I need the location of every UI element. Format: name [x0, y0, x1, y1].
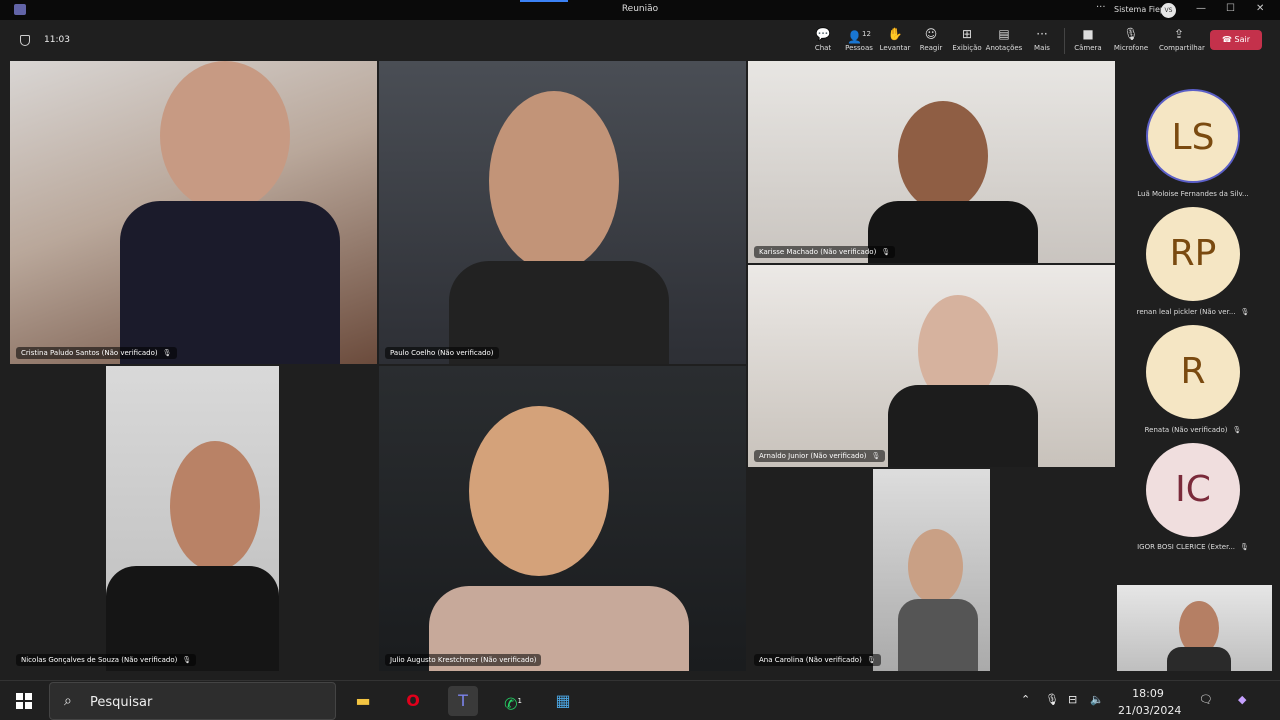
video-tile[interactable]: Cristina Paludo Santos (Não verificado) 🎙 — [10, 61, 377, 364]
video-tile[interactable]: Karisse Machado (Não verificado) 🎙 — [748, 61, 1115, 263]
maximize-icon[interactable]: ☐ — [1226, 3, 1235, 14]
whatsapp-icon[interactable]: ✆1 — [498, 686, 528, 716]
mic-muted-icon: 🎙 — [1232, 426, 1242, 434]
user-avatar[interactable]: VS — [1161, 3, 1176, 18]
notes-icon: ▤ — [998, 27, 1010, 41]
video-tile[interactable]: Arnaldo Junior (Não verificado) 🎙 — [748, 265, 1115, 467]
mic-muted-icon: 🎙 — [1240, 308, 1250, 316]
people-icon: 👤12 — [847, 30, 871, 44]
meeting-timer: 11:03 — [44, 35, 70, 45]
calculator-icon[interactable]: ▦ — [548, 686, 578, 716]
more-options-icon[interactable]: ··· — [1096, 2, 1106, 13]
mic-muted-icon: 🎙 — [866, 656, 876, 664]
copilot-icon[interactable]: ◆ — [1238, 693, 1246, 706]
taskbar-clock[interactable]: 18:09 21/03/2024 — [1118, 685, 1181, 719]
mic-muted-icon: 🎙 — [182, 656, 192, 664]
participant-avatar[interactable]: R — [1146, 325, 1240, 419]
participant-name: IGOR BOSI CLERICE (Exter... 🎙 — [1137, 543, 1249, 551]
share-button[interactable]: ⇪ Compartilhar — [1159, 27, 1205, 52]
participant-name: Arnaldo Junior (Não verificado) 🎙 — [754, 450, 886, 462]
microphone-icon[interactable]: 🎙 — [1045, 693, 1059, 706]
mic-muted-icon: 🎙 — [881, 248, 891, 256]
meeting-toolbar: 11:03 💬 Chat 👤12 Pessoas ✋ Levantar ☺ Re… — [0, 20, 1280, 60]
react-button[interactable]: ☺ Reagir — [911, 27, 951, 52]
shield-icon — [20, 35, 30, 46]
react-icon: ☺ — [924, 27, 938, 41]
people-button[interactable]: 👤12 Pessoas — [839, 27, 879, 52]
window-title: Reunião — [621, 4, 659, 14]
participant-name: Ana Carolina (Não verificado) 🎙 — [754, 654, 881, 666]
more-button[interactable]: ··· Mais — [1022, 27, 1062, 52]
participant-name: Julio Augusto Krestchmer (Não verificado… — [385, 654, 542, 666]
minimize-icon[interactable]: — — [1196, 3, 1206, 14]
taskbar-search[interactable]: ⌕ Pesquisar — [49, 682, 336, 720]
raise-hand-icon: ✋ — [887, 27, 903, 41]
mic-muted-icon: 🎙 — [871, 452, 881, 460]
participant-name: Cristina Paludo Santos (Não verificado) 🎙 — [16, 347, 177, 359]
microphone-button[interactable]: 🎙 Microfone — [1111, 27, 1151, 52]
view-icon: ⊞ — [961, 27, 973, 41]
microphone-off-icon: 🎙 — [1123, 27, 1139, 41]
volume-icon[interactable]: 🔈 — [1090, 693, 1104, 706]
notifications-icon[interactable]: 🗨 — [1199, 693, 1213, 706]
toolbar-divider — [1064, 28, 1065, 54]
notes-button[interactable]: ▤ Anotações — [984, 27, 1024, 52]
teams-icon[interactable]: T — [448, 686, 478, 716]
share-icon: ⇪ — [1173, 27, 1185, 41]
self-view-tile[interactable] — [1117, 585, 1272, 671]
view-button[interactable]: ⊞ Exibição — [947, 27, 987, 52]
organization-name: Sistema Fiep — [1114, 5, 1166, 14]
window-accent — [520, 0, 568, 2]
video-tile[interactable]: Ana Carolina (Não verificado) 🎙 — [748, 469, 1115, 671]
participant-name: Luã Moloise Fernandes da Silv... — [1137, 190, 1249, 198]
windows-start-icon[interactable] — [16, 693, 32, 709]
search-icon: ⌕ — [64, 693, 72, 709]
leave-button[interactable]: ☎ Sair — [1210, 30, 1262, 50]
raise-hand-button[interactable]: ✋ Levantar — [875, 27, 915, 52]
video-tile[interactable]: Julio Augusto Krestchmer (Não verificado… — [379, 366, 746, 671]
show-hidden-icons-icon[interactable]: ⌃ — [1021, 693, 1030, 706]
file-explorer-icon[interactable]: ▬ — [348, 686, 378, 716]
participant-avatar[interactable]: LS — [1146, 89, 1240, 183]
network-icon[interactable]: ⊟ — [1068, 693, 1077, 706]
participant-name: Karisse Machado (Não verificado) 🎙 — [754, 246, 896, 258]
participant-name: Nicolas Gonçalves de Souza (Não verifica… — [16, 654, 197, 666]
mic-muted-icon: 🎙 — [1240, 543, 1249, 551]
participant-avatar[interactable]: RP — [1146, 207, 1240, 301]
camera-button[interactable]: ■ Câmera — [1068, 27, 1108, 52]
video-tile[interactable]: Nicolas Gonçalves de Souza (Não verifica… — [10, 366, 377, 671]
taskbar: ⌕ Pesquisar ▬ O T ✆1 ▦ ⌃ 🎙 ⊟ 🔈 18:09 21/… — [0, 680, 1280, 720]
opera-icon[interactable]: O — [398, 686, 428, 716]
phone-hangup-icon: ☎ — [1221, 35, 1232, 44]
camera-icon: ■ — [1082, 27, 1094, 41]
search-placeholder: Pesquisar — [90, 695, 153, 710]
chat-button[interactable]: 💬 Chat — [803, 27, 843, 52]
participant-avatar[interactable]: IC — [1146, 443, 1240, 537]
chat-icon: 💬 — [815, 27, 831, 41]
participant-name: Renata (Não verificado) 🎙 — [1144, 426, 1242, 434]
title-bar: Reunião ··· Sistema Fiep VS — ☐ ✕ — [0, 0, 1280, 20]
close-icon[interactable]: ✕ — [1256, 3, 1264, 14]
participant-name: renan leal pickler (Não ver... 🎙 — [1136, 308, 1250, 316]
mic-muted-icon: 🎙 — [162, 349, 172, 357]
participant-name: Paulo Coelho (Não verificado) — [385, 347, 499, 359]
more-icon: ··· — [1036, 27, 1048, 41]
video-tile[interactable]: Paulo Coelho (Não verificado) — [379, 61, 746, 364]
